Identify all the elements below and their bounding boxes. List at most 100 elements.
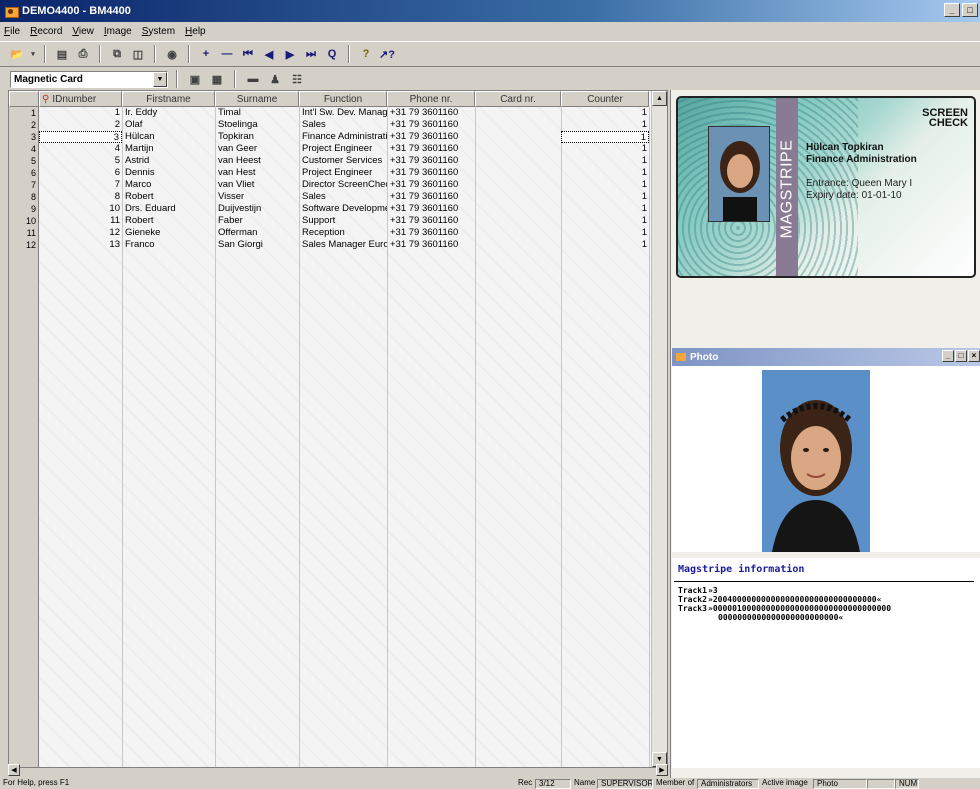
- cell-id[interactable]: 13: [39, 239, 122, 251]
- person-icon[interactable]: ♟: [266, 70, 284, 88]
- layout-new-icon[interactable]: ▦: [208, 70, 226, 88]
- cell-counter[interactable]: 1: [561, 155, 649, 167]
- open-icon[interactable]: 📂: [8, 45, 26, 63]
- cell-card[interactable]: [475, 155, 561, 167]
- photo-minimize-button[interactable]: _: [942, 350, 954, 362]
- grid-vertical-scrollbar[interactable]: ▲ ▼: [651, 91, 667, 767]
- col-header-card[interactable]: Card nr.: [475, 91, 561, 107]
- cell-id[interactable]: 2: [39, 119, 122, 131]
- row-number[interactable]: 12: [9, 239, 38, 251]
- cell-phone[interactable]: +31 79 3601160: [387, 239, 475, 251]
- add-record-icon[interactable]: +: [197, 45, 215, 63]
- cell-func[interactable]: Project Engineer: [299, 167, 387, 179]
- row-number[interactable]: 4: [9, 143, 38, 155]
- cell-id[interactable]: 4: [39, 143, 122, 155]
- layout-selector[interactable]: Magnetic Card ▼: [10, 70, 168, 88]
- cell-sur[interactable]: van Hest: [215, 167, 299, 179]
- cell-sur[interactable]: Faber: [215, 215, 299, 227]
- prev-record-icon[interactable]: ◀: [260, 45, 278, 63]
- cell-phone[interactable]: +31 79 3601160: [387, 143, 475, 155]
- cell-func[interactable]: Project Engineer: [299, 143, 387, 155]
- cell-phone[interactable]: +31 79 3601160: [387, 155, 475, 167]
- row-number[interactable]: 7: [9, 179, 38, 191]
- grid-horizontal-scrollbar[interactable]: ◀ ▶: [8, 764, 668, 778]
- find-icon[interactable]: Q: [323, 45, 341, 63]
- photo-maximize-button[interactable]: □: [955, 350, 967, 362]
- photo-window[interactable]: Photo _ □ ×: [672, 348, 980, 552]
- row-number[interactable]: 6: [9, 167, 38, 179]
- cell-counter[interactable]: 1: [561, 107, 649, 119]
- maximize-button[interactable]: □: [962, 3, 978, 17]
- paste-icon[interactable]: ◫: [129, 45, 147, 63]
- col-header-firstname[interactable]: Firstname: [122, 91, 215, 107]
- row-number[interactable]: 2: [9, 119, 38, 131]
- col-header-idnumber[interactable]: ⚲ IDnumber: [39, 91, 122, 107]
- print-preview-icon[interactable]: ▤: [53, 45, 71, 63]
- cell-first[interactable]: Franco: [122, 239, 215, 251]
- scroll-left-icon[interactable]: ◀: [8, 764, 20, 776]
- cell-id[interactable]: 10: [39, 203, 122, 215]
- table-row[interactable]: 1 Ir. Eddy Timal Int'l Sw. Dev. Manager +31 …: [39, 107, 649, 119]
- cell-sur[interactable]: Visser: [215, 191, 299, 203]
- cell-card[interactable]: [475, 227, 561, 239]
- cell-first[interactable]: Ir. Eddy: [122, 107, 215, 119]
- cell-phone[interactable]: +31 79 3601160: [387, 215, 475, 227]
- cell-phone[interactable]: +31 79 3601160: [387, 179, 475, 191]
- cell-first[interactable]: Robert: [122, 215, 215, 227]
- cell-func[interactable]: Director ScreenCheck: [299, 179, 387, 191]
- cell-sur[interactable]: Stoelinga: [215, 119, 299, 131]
- table-row[interactable]: 13FrancoSan GiorgiSales Manager Europe+3…: [39, 239, 649, 251]
- row-number[interactable]: 8: [9, 191, 38, 203]
- row-number[interactable]: 3: [9, 131, 38, 143]
- cell-id[interactable]: 5: [39, 155, 122, 167]
- cell-counter[interactable]: 1: [561, 131, 649, 143]
- camera-icon[interactable]: ◉: [163, 45, 181, 63]
- cell-card[interactable]: [475, 107, 561, 119]
- col-header-surname[interactable]: Surname: [215, 91, 299, 107]
- menu-system[interactable]: System: [142, 26, 175, 37]
- col-header-counter[interactable]: Counter: [561, 91, 649, 107]
- cell-card[interactable]: [475, 203, 561, 215]
- cell-sur[interactable]: Timal: [215, 107, 299, 119]
- cell-sur[interactable]: van Geer: [215, 143, 299, 155]
- cell-func[interactable]: Support: [299, 215, 387, 227]
- help-icon[interactable]: ?: [357, 45, 375, 63]
- table-row[interactable]: 5 Astrid van Heest Customer Services +31 79 …: [39, 155, 649, 167]
- delete-record-icon[interactable]: —: [218, 45, 236, 63]
- table-row[interactable]: 2 Olaf Stoelinga Sales +31 79 3601160 1: [39, 119, 649, 131]
- col-header-function[interactable]: Function: [299, 91, 387, 107]
- cell-phone[interactable]: +31 79 3601160: [387, 131, 475, 143]
- layout-edit-icon[interactable]: ▣: [186, 70, 204, 88]
- cell-first[interactable]: Olaf: [122, 119, 215, 131]
- cell-id[interactable]: 11: [39, 215, 122, 227]
- cell-card[interactable]: [475, 143, 561, 155]
- table-row[interactable]: 12 Gieneke Offerman Reception +31 79 3601160…: [39, 227, 649, 239]
- cell-counter[interactable]: 1: [561, 239, 649, 251]
- table-row[interactable]: 11 Robert Faber Support +31 79 3601160 1: [39, 215, 649, 227]
- cell-counter[interactable]: 1: [561, 203, 649, 215]
- cell-card[interactable]: [475, 191, 561, 203]
- card-view-icon[interactable]: ▬: [244, 70, 262, 88]
- minimize-button[interactable]: _: [944, 3, 960, 17]
- cell-first[interactable]: Hülcan: [122, 131, 215, 143]
- cell-sur[interactable]: Offerman: [215, 227, 299, 239]
- table-row[interactable]: 8 Robert Visser Sales +31 79 3601160 1: [39, 191, 649, 203]
- context-help-icon[interactable]: ↗?: [378, 45, 396, 63]
- cell-first[interactable]: Dennis: [122, 167, 215, 179]
- cell-id[interactable]: 1: [39, 107, 122, 119]
- cell-card[interactable]: [475, 179, 561, 191]
- cell-phone[interactable]: +31 79 3601160: [387, 119, 475, 131]
- cell-first[interactable]: Astrid: [122, 155, 215, 167]
- cell-func[interactable]: Reception: [299, 227, 387, 239]
- cell-counter[interactable]: 1: [561, 119, 649, 131]
- dropdown-arrow-icon[interactable]: ▾: [29, 45, 37, 63]
- cell-sur[interactable]: Duijvestijn: [215, 203, 299, 215]
- row-number[interactable]: 1: [9, 107, 38, 119]
- cell-func[interactable]: Sales: [299, 119, 387, 131]
- cell-card[interactable]: [475, 239, 561, 251]
- barcode-icon[interactable]: ☷: [288, 70, 306, 88]
- cell-counter[interactable]: 1: [561, 227, 649, 239]
- cell-func[interactable]: Finance Administration: [299, 131, 387, 143]
- chevron-down-icon[interactable]: ▼: [153, 71, 167, 87]
- table-row[interactable]: 4 Martijn van Geer Project Engineer +31 79 3…: [39, 143, 649, 155]
